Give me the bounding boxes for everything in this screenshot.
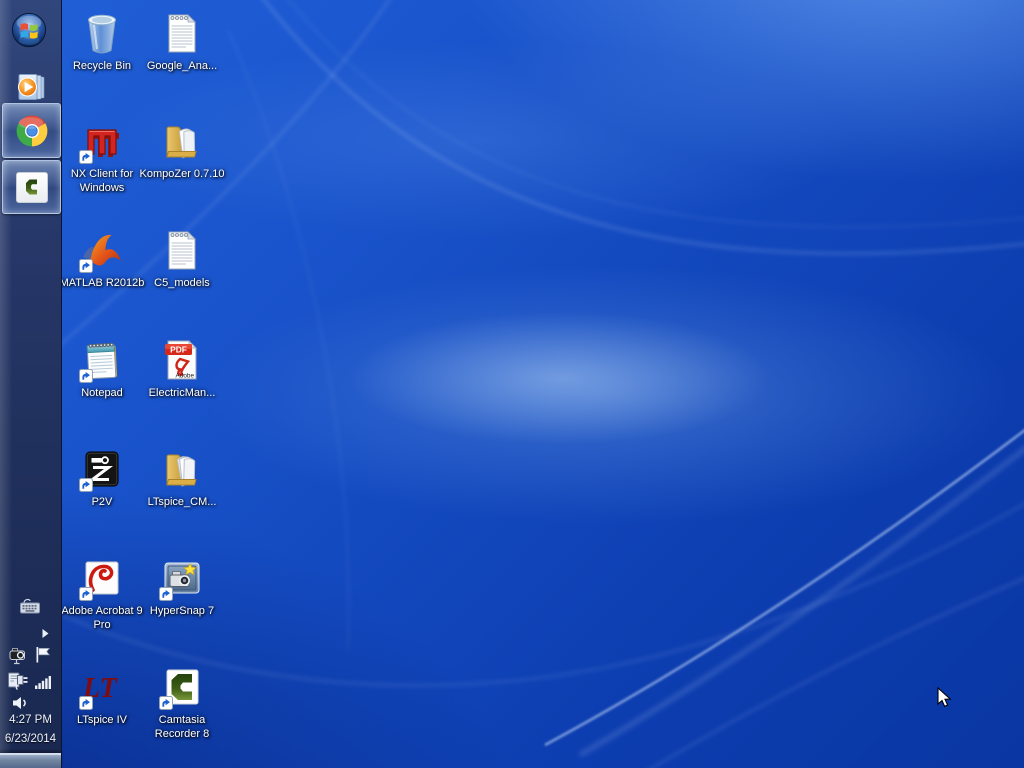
folder-full-icon [158, 445, 206, 493]
text-document-icon [158, 226, 206, 274]
ltspice-icon: LT [78, 663, 126, 711]
desktop-icon-label: P2V [91, 496, 113, 508]
mouse-cursor [937, 687, 952, 708]
desktop-icon-label: Google_Ana... [146, 60, 218, 72]
desktop-icon-camtasia-recorder[interactable]: Camtasia Recorder 8 [138, 663, 226, 741]
shortcut-arrow-icon [79, 587, 93, 601]
desktop-icon-electricman-pdf[interactable]: PDF Adobe ElectricMan... [138, 336, 226, 401]
action-center-flag-icon[interactable] [34, 646, 52, 669]
windows-desktop: Recycle Bin NX Client for Windows MATLAB… [0, 0, 1024, 768]
desktop-icon-label: LTspice_CM... [147, 496, 217, 508]
desktop-icon-label: KompoZer 0.7.10 [139, 168, 225, 180]
shortcut-arrow-icon [79, 150, 93, 164]
p2v-icon [78, 445, 126, 493]
nx-client-icon [78, 117, 126, 165]
shortcut-arrow-icon [79, 369, 93, 383]
show-desktop-button[interactable] [0, 753, 61, 768]
shortcut-arrow-icon [79, 696, 93, 710]
network-signal-icon[interactable] [34, 674, 52, 695]
hypersnap-icon [158, 554, 206, 602]
desktop-icon-nx-client[interactable]: NX Client for Windows [58, 117, 146, 195]
taskbar: 4:27 PM 6/23/2014 [0, 0, 62, 768]
desktop-icon-ltspice[interactable]: LT LTspice IV [58, 663, 146, 728]
desktop-icon-google-ana[interactable]: Google_Ana... [138, 9, 226, 74]
start-button[interactable] [10, 11, 48, 49]
touch-keyboard-icon[interactable] [19, 597, 41, 620]
recycle-bin-icon [78, 9, 126, 57]
camtasia-icon [15, 171, 48, 203]
desktop-icon-kompozer[interactable]: KompoZer 0.7.10 [138, 117, 226, 182]
show-hidden-icons-arrow[interactable] [41, 626, 50, 644]
volume-speaker-icon[interactable] [11, 695, 29, 716]
desktop-icon-recycle-bin[interactable]: Recycle Bin [58, 9, 146, 74]
camtasia-icon [158, 663, 206, 711]
desktop-icon-label: Camtasia Recorder 8 [154, 714, 210, 740]
shortcut-arrow-icon [79, 259, 93, 273]
taskbar-item-media-player[interactable] [2, 70, 59, 104]
desktop-icon-label: Notepad [81, 387, 123, 399]
taskbar-item-camtasia[interactable] [2, 160, 61, 214]
desktop-icon-c5-models[interactable]: C5_models [138, 226, 226, 291]
desktop-icon-label: C5_models [154, 277, 210, 289]
desktop-icon-ltspice-cm-folder[interactable]: LTspice_CM... [138, 445, 226, 510]
notepad-icon [78, 336, 126, 384]
text-document-icon [158, 9, 206, 57]
desktop-icon-matlab[interactable]: MATLAB R2012b [58, 226, 146, 291]
camera-tray-icon[interactable] [9, 647, 29, 670]
desktop-icon-label: HyperSnap 7 [149, 605, 215, 617]
svg-text:PDF: PDF [170, 345, 187, 355]
shortcut-arrow-icon [79, 478, 93, 492]
desktop-icon-hypersnap[interactable]: HyperSnap 7 [138, 554, 226, 619]
chrome-icon [16, 115, 47, 146]
power-plug-tray-icon[interactable] [7, 671, 29, 696]
pdf-document-icon: PDF Adobe [158, 336, 206, 384]
desktop-icon-notepad[interactable]: Notepad [58, 336, 146, 401]
desktop-icon-label: MATLAB R2012b [59, 277, 145, 289]
taskbar-clock-time[interactable]: 4:27 PM [0, 714, 61, 726]
desktop-icon-p2v[interactable]: P2V [58, 445, 146, 510]
desktop-icon-acrobat[interactable]: Adobe Acrobat 9 Pro [58, 554, 146, 632]
matlab-icon [78, 226, 126, 274]
windows-start-orb-icon [11, 12, 47, 48]
desktop-icon-label: Recycle Bin [72, 60, 132, 72]
shortcut-arrow-icon [159, 696, 173, 710]
media-player-icon [17, 74, 44, 100]
acrobat-icon [78, 554, 126, 602]
folder-icon [158, 117, 206, 165]
shortcut-arrow-icon [159, 587, 173, 601]
desktop-icon-label: NX Client for Windows [70, 168, 134, 194]
taskbar-clock-date[interactable]: 6/23/2014 [0, 733, 61, 745]
desktop-icon-label: Adobe Acrobat 9 Pro [61, 605, 143, 631]
desktop-icon-label: LTspice IV [77, 714, 127, 726]
desktop-icon-label: ElectricMan... [148, 387, 216, 399]
taskbar-item-chrome[interactable] [2, 103, 61, 158]
svg-text:Adobe: Adobe [176, 373, 195, 380]
